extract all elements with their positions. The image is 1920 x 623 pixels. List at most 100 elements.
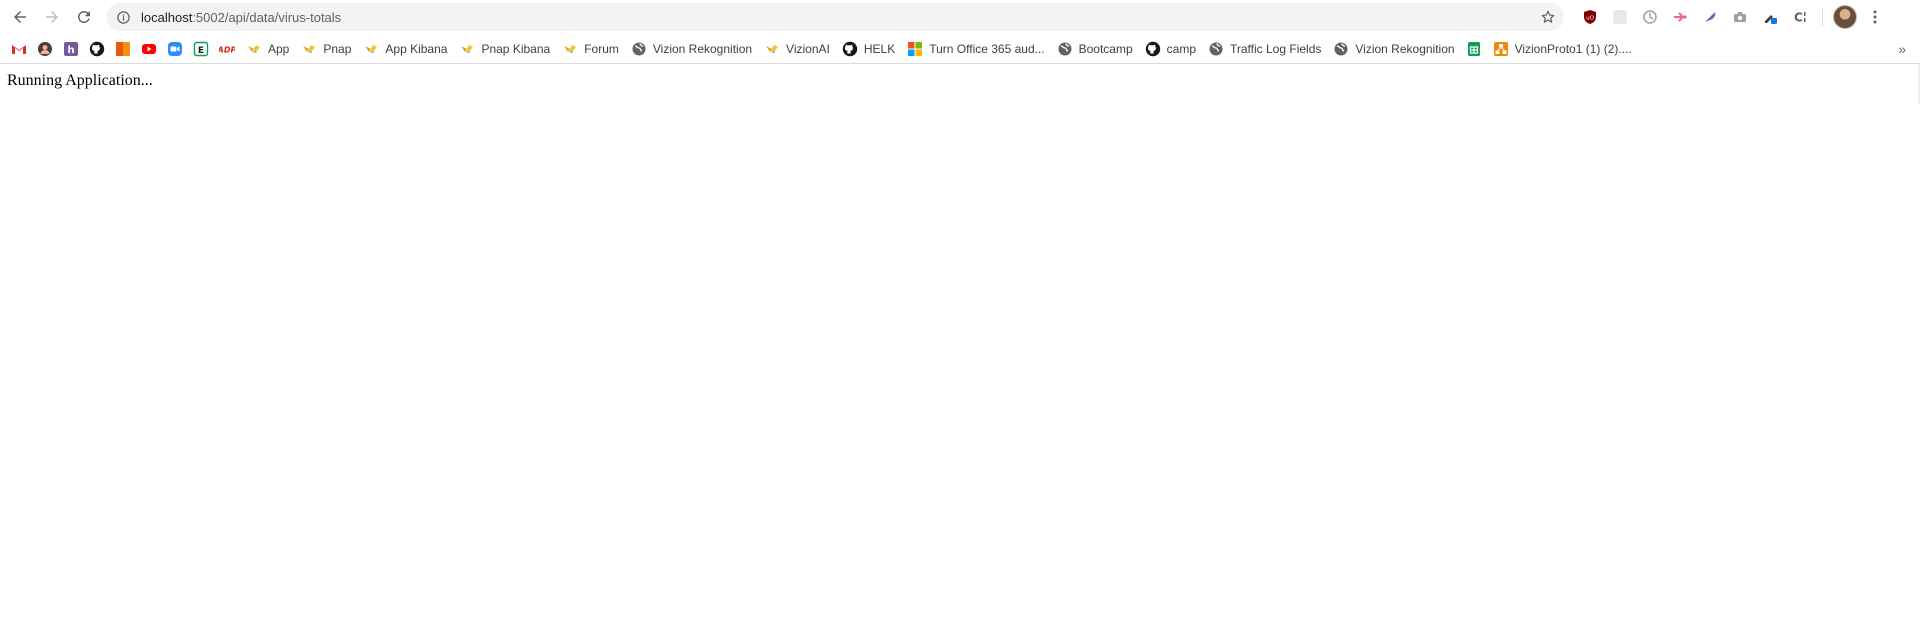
- adp-icon: ADP: [219, 41, 235, 57]
- browser-window: localhost:5002/api/data/virus-totals uO: [0, 0, 1920, 623]
- github-icon: [1145, 41, 1161, 57]
- bookmark-label: camp: [1166, 41, 1196, 56]
- heroku-icon: h: [63, 41, 79, 57]
- bookmark-turn-office-365[interactable]: Turn Office 365 aud...: [901, 37, 1050, 61]
- svg-text:E: E: [198, 46, 204, 56]
- status-text: Running Application...: [7, 72, 153, 89]
- bookmark-label: Forum: [584, 41, 619, 56]
- zoom-icon: [167, 41, 183, 57]
- clock-extension-icon: [1643, 10, 1657, 24]
- bookmark-label: App: [268, 41, 290, 56]
- bookmark-vizionai[interactable]: VizionAI: [758, 37, 836, 61]
- kibana-leaf-icon: [562, 41, 578, 57]
- c-bracket-icon: C: [1794, 11, 1806, 25]
- globe-icon: [1333, 41, 1349, 57]
- svg-text:h: h: [67, 45, 74, 56]
- extension-4[interactable]: [1668, 5, 1692, 29]
- more-vert-icon: [1873, 10, 1877, 24]
- bookmark-orange[interactable]: [110, 37, 136, 61]
- bookmark-youtube[interactable]: [136, 37, 162, 61]
- url-host: localhost: [141, 9, 193, 25]
- globe-icon: [1208, 41, 1224, 57]
- reload-icon: [77, 10, 90, 23]
- extension-6[interactable]: [1728, 5, 1752, 29]
- bookmark-label: App Kibana: [385, 41, 448, 56]
- url-path: :5002/api/data/virus-totals: [192, 9, 342, 25]
- gmail-icon: [11, 41, 27, 57]
- bookmark-bootcamp[interactable]: Bootcamp: [1051, 37, 1139, 61]
- bookmark-label: HELK: [863, 41, 896, 56]
- bookmark-google-sheets[interactable]: [1461, 37, 1487, 61]
- bookmark-evernote[interactable]: E: [188, 37, 214, 61]
- bookmark-helk[interactable]: HELK: [836, 37, 901, 61]
- menu-button[interactable]: [1863, 5, 1887, 29]
- bookmark-label: Pnap: [323, 41, 352, 56]
- bookmark-heroku[interactable]: h: [58, 37, 84, 61]
- kibana-leaf-icon: [363, 41, 379, 57]
- bookmark-label: Traffic Log Fields: [1230, 41, 1322, 56]
- bookmark-github[interactable]: [84, 37, 110, 61]
- toolbar-separator: [1822, 8, 1823, 26]
- orange-bookmark-icon: [115, 41, 131, 57]
- extension-3[interactable]: [1638, 5, 1662, 29]
- bookmark-label: Vizion Rekognition: [652, 41, 753, 56]
- bookmark-vizionproto1[interactable]: VizionProto1 (1) (2)....: [1487, 37, 1638, 61]
- github-icon: [89, 41, 105, 57]
- extension-7[interactable]: [1758, 5, 1782, 29]
- evernote-e-icon: E: [193, 41, 209, 57]
- github-icon: [842, 41, 858, 57]
- bookmark-forum[interactable]: Forum: [556, 37, 625, 61]
- bookmark-label: VizionAI: [786, 41, 830, 56]
- avatar: [1833, 5, 1857, 29]
- bookmark-gmail[interactable]: [6, 37, 32, 61]
- kibana-leaf-icon: [246, 41, 262, 57]
- site-info-icon[interactable]: [116, 10, 131, 25]
- extension-8[interactable]: C: [1788, 5, 1812, 29]
- ublock-extension[interactable]: uO: [1578, 5, 1602, 29]
- bookmark-app[interactable]: App: [240, 37, 295, 61]
- bookmark-label: Turn Office 365 aud...: [929, 41, 1045, 56]
- bookmark-traffic-log-fields[interactable]: Traffic Log Fields: [1202, 37, 1327, 61]
- bookmark-label: Vizion Rekognition: [1355, 41, 1455, 56]
- globe-icon: [1057, 41, 1073, 57]
- reload-button[interactable]: [70, 3, 98, 31]
- bookmark-pnap[interactable]: Pnap: [295, 37, 357, 61]
- forward-button[interactable]: [38, 3, 66, 31]
- bookmark-adp[interactable]: ADP: [214, 37, 240, 61]
- bookmark-zoom[interactable]: [162, 37, 188, 61]
- extension-2[interactable]: [1608, 5, 1632, 29]
- extensions-area: uO C: [1578, 5, 1887, 29]
- extension-5[interactable]: [1698, 5, 1722, 29]
- feather-icon: [1705, 12, 1716, 22]
- drawio-icon: [1493, 41, 1509, 57]
- svg-text:uO: uO: [1586, 16, 1594, 22]
- bookmark-avatar[interactable]: [32, 37, 58, 61]
- svg-text:C: C: [1794, 11, 1803, 25]
- browser-toolbar: localhost:5002/api/data/virus-totals uO: [0, 0, 1920, 34]
- kibana-leaf-icon: [459, 41, 475, 57]
- svg-text:ADP: ADP: [219, 45, 235, 54]
- bookmark-vizion-rekognition-2[interactable]: Vizion Rekognition: [1327, 37, 1460, 61]
- ublock-shield-icon: uO: [1584, 10, 1596, 24]
- google-sheets-icon: [1466, 41, 1482, 57]
- profile-button[interactable]: [1833, 5, 1857, 29]
- bookmark-label: Pnap Kibana: [481, 41, 551, 56]
- globe-icon: [631, 41, 647, 57]
- bookmark-vizion-rekognition[interactable]: Vizion Rekognition: [625, 37, 758, 61]
- eyedropper-icon: [1765, 15, 1777, 24]
- bookmark-star-icon[interactable]: [1540, 9, 1556, 25]
- pink-arrow-icon: [1674, 12, 1687, 22]
- bookmarks-overflow-button[interactable]: »: [1898, 37, 1906, 61]
- bookmark-app-kibana[interactable]: App Kibana: [357, 37, 453, 61]
- url-text[interactable]: localhost:5002/api/data/virus-totals: [141, 10, 1540, 25]
- bookmark-label: Bootcamp: [1078, 41, 1133, 56]
- avatar-bookmark-icon: [37, 41, 53, 57]
- bookmark-pnap-kibana[interactable]: Pnap Kibana: [453, 37, 556, 61]
- kibana-leaf-icon: [764, 41, 780, 57]
- page-content: Running Application...: [0, 64, 1920, 623]
- microsoft-icon: [907, 41, 923, 57]
- bookmarks-bar: h E D App Pnap App Kibana Pnap Kibana Fo…: [0, 34, 1920, 64]
- back-button[interactable]: [6, 3, 34, 31]
- bookmark-camp[interactable]: camp: [1139, 37, 1202, 61]
- address-bar[interactable]: localhost:5002/api/data/virus-totals: [106, 3, 1564, 31]
